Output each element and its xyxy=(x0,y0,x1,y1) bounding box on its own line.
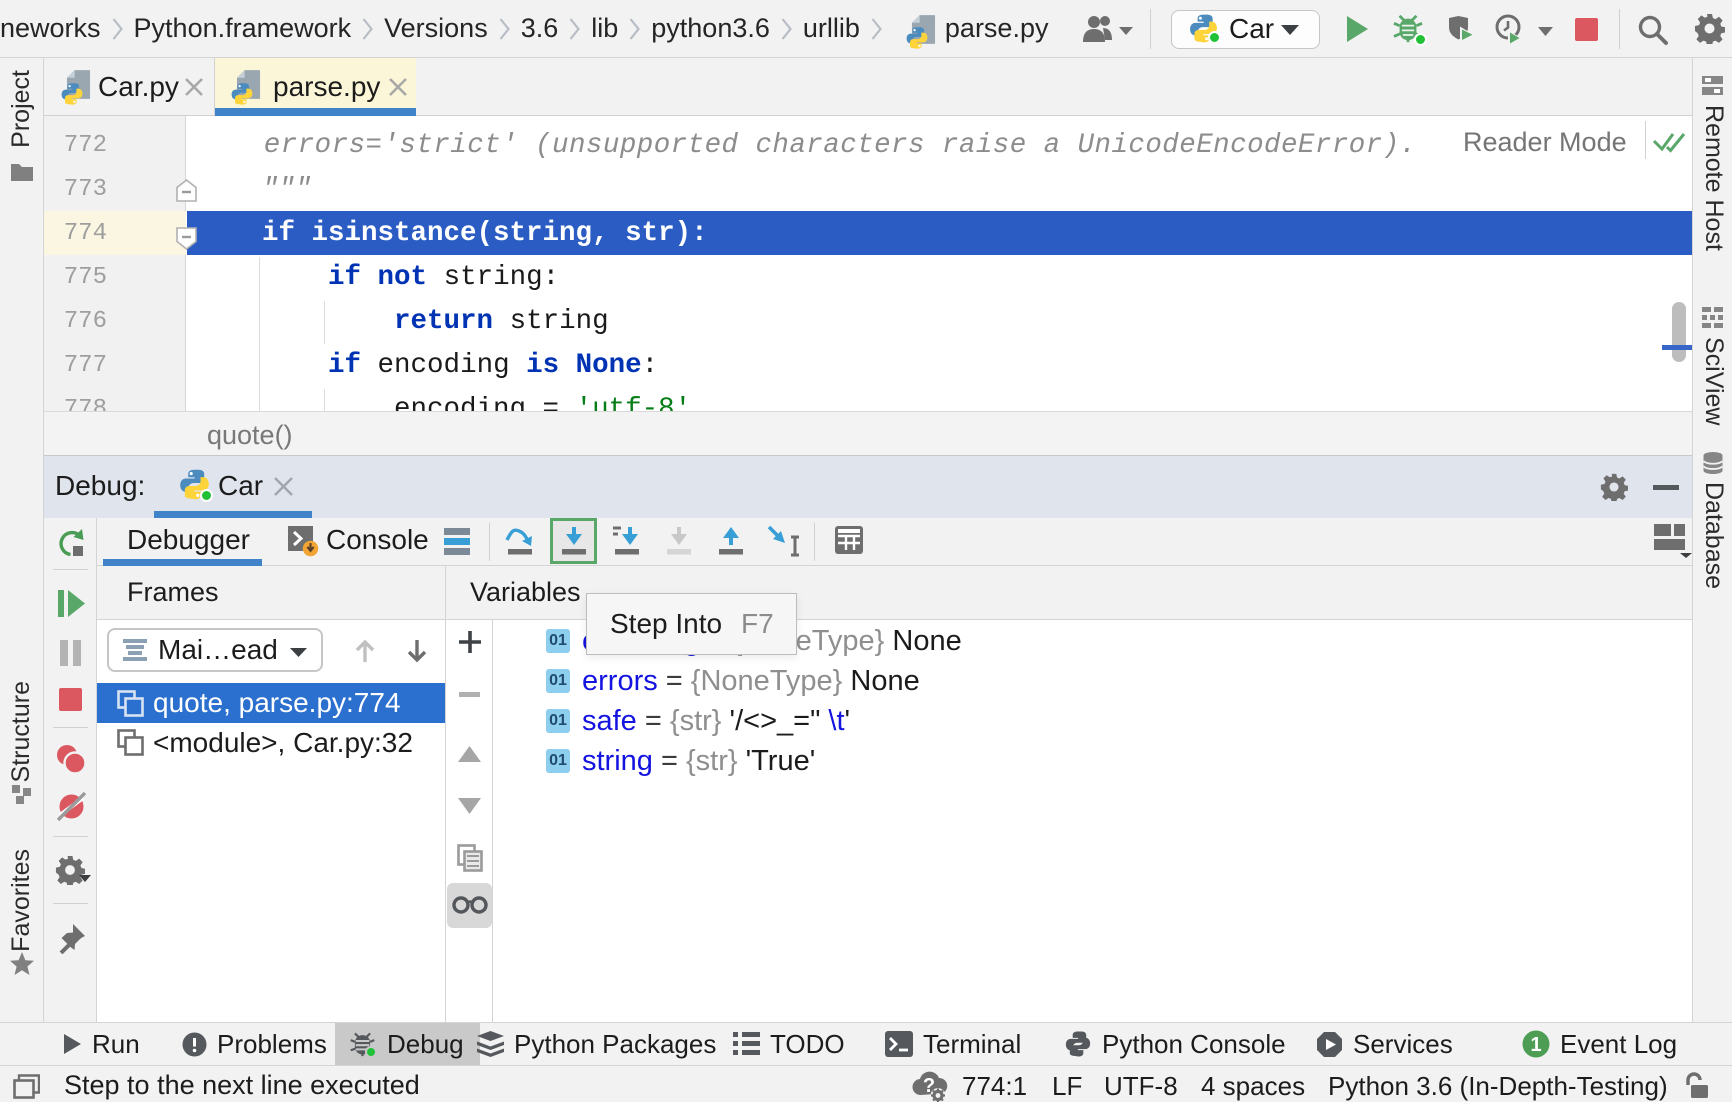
svg-text:1: 1 xyxy=(1530,1034,1541,1056)
